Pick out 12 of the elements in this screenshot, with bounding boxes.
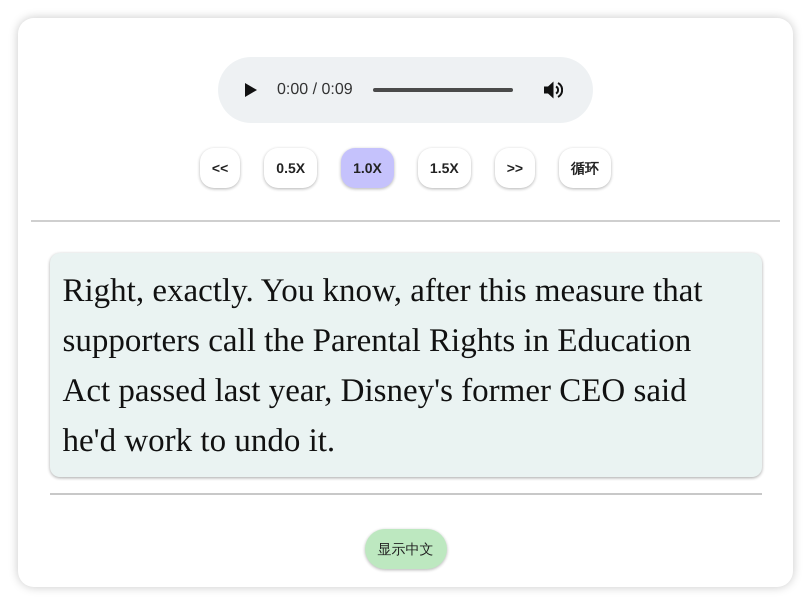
control-button[interactable]: << bbox=[200, 148, 240, 188]
show-chinese-button[interactable]: 显示中文 bbox=[364, 529, 446, 569]
control-button[interactable]: 循环 bbox=[559, 148, 612, 188]
volume-icon[interactable] bbox=[544, 81, 563, 99]
play-icon[interactable] bbox=[245, 83, 257, 97]
transcript-text: Right, exactly. You know, after this measure that supporters call the Parental Rights in Education Act passed last year, Disney's former CEO said he'd work to undo it. bbox=[62, 272, 704, 461]
time-display: 0:00 / 0:09 bbox=[277, 80, 353, 100]
progress-track[interactable] bbox=[372, 88, 513, 92]
control-button[interactable]: 1.5X bbox=[418, 148, 471, 188]
control-button[interactable]: >> bbox=[494, 148, 536, 188]
control-button[interactable]: 0.5X bbox=[264, 148, 318, 188]
control-button[interactable]: 1.0X bbox=[341, 148, 394, 188]
